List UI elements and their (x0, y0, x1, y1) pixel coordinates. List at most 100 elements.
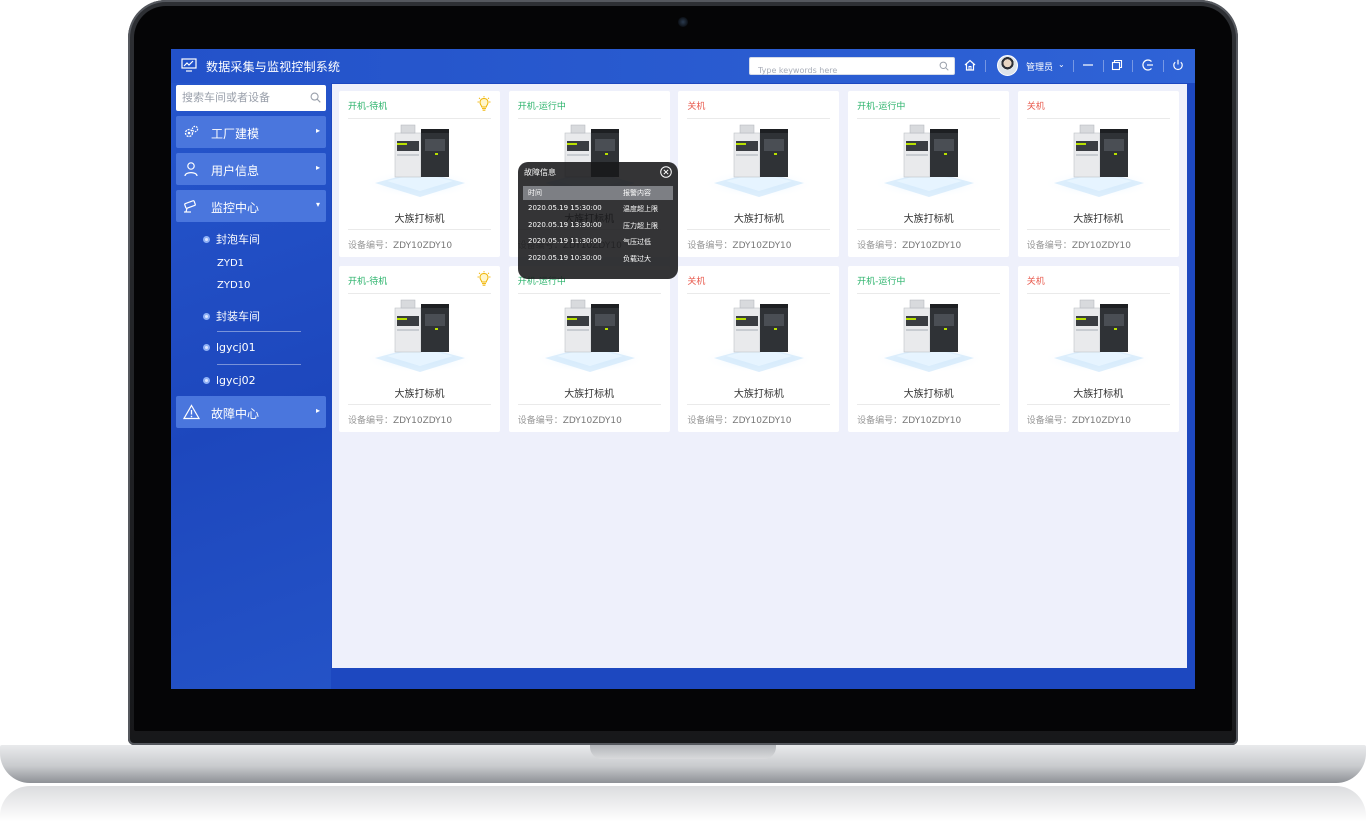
fault-time: 2020.05.19 13:30:00 (528, 220, 602, 229)
sidebar-item-zyd10[interactable]: ZYD10 (217, 280, 250, 291)
chevron-down-icon[interactable]: ⌄ (1058, 60, 1065, 69)
sidebar-item-lgycj02[interactable]: lgycj02 (203, 374, 256, 387)
serial-label: 设备编号： (1026, 241, 1072, 251)
caret-down-icon: ▾ (315, 200, 320, 209)
device-grid: 开机-待机 大族打标机 设备编号：ZDY10ZDY10 开机-运行中 关机 大族… (332, 84, 1187, 668)
serial-label: 设备编号： (687, 241, 733, 251)
home-icon[interactable] (963, 58, 977, 72)
alert-bulb-icon[interactable] (476, 271, 492, 287)
divider (517, 404, 661, 405)
device-name: 大族打标机 (564, 389, 615, 400)
device-name: 大族打标机 (394, 389, 445, 400)
avatar[interactable] (997, 55, 1018, 76)
user-icon (184, 162, 198, 177)
serial-label: 设备编号： (687, 416, 733, 426)
device-serial: 设备编号：ZDY10ZDY10 (1027, 238, 1131, 251)
menu-user-info[interactable]: 用户信息 ▸ (176, 153, 326, 185)
device-card[interactable]: 关机 大族打标机 设备编号：ZDY10ZDY10 (1017, 266, 1179, 432)
top-bar: 数据采集与监视控制系统 管理员 ⌄ (171, 49, 1195, 83)
device-card[interactable]: 开机-待机 大族打标机 设备编号：ZDY10ZDY10 (339, 91, 500, 257)
divider (1103, 60, 1104, 72)
fault-content: 气压过低 (623, 238, 651, 246)
serial-value: ZDY10ZDY10 (1071, 416, 1131, 426)
fault-row: 2020.05.19 15:30:00 温度超上限 (523, 203, 673, 217)
sidebar-item-label: lgycj02 (216, 374, 256, 387)
marking-machine-image (703, 299, 816, 373)
logout-icon[interactable] (1141, 58, 1155, 72)
divider (857, 293, 1001, 294)
serial-label: 设备编号： (348, 241, 394, 251)
marking-machine-image (1042, 124, 1155, 198)
device-status: 开机-待机 (348, 277, 388, 287)
serial-label: 设备编号： (857, 241, 903, 251)
minimize-icon[interactable] (1081, 58, 1095, 72)
menu-label: 监控中心 (211, 201, 260, 215)
divider (1026, 118, 1170, 119)
warning-icon (183, 404, 200, 420)
laptop-reflection (0, 786, 1366, 822)
device-card[interactable]: 开机-待机 大族打标机 设备编号：ZDY10ZDY10 (339, 266, 500, 432)
menu-monitor-center[interactable]: 监控中心 ▾ (176, 190, 326, 222)
sidebar: 工厂建模 ▸ 用户信息 ▸ 监控中心 ▾ 封泡车间 ZYD1 ZYD10 (171, 83, 331, 689)
bullet-dot-icon (203, 313, 210, 320)
sidebar-item-workshop-1[interactable]: 封泡车间 (203, 231, 260, 247)
fault-content: 压力超上限 (623, 221, 658, 230)
divider (857, 229, 1001, 230)
divider (517, 293, 661, 294)
serial-value: ZDY10ZDY10 (732, 416, 792, 426)
device-name: 大族打标机 (1073, 389, 1124, 400)
sidebar-search-input[interactable] (176, 85, 304, 109)
device-status: 开机-运行中 (857, 102, 906, 112)
top-search-box[interactable] (749, 57, 955, 79)
device-serial: 设备编号：ZDY10ZDY10 (857, 413, 961, 426)
divider (1026, 229, 1170, 230)
monitor-chart-icon (181, 58, 197, 72)
sidebar-search-box[interactable] (176, 85, 326, 111)
user-name[interactable]: 管理员 (1026, 60, 1053, 73)
fault-row: 2020.05.19 10:30:00 负载过大 (523, 253, 673, 267)
caret-right-icon: ▸ (315, 406, 320, 415)
marking-machine-image (364, 124, 476, 198)
restore-window-icon[interactable] (1110, 58, 1124, 72)
marking-machine-image (533, 299, 646, 373)
device-serial: 设备编号：ZDY10ZDY10 (687, 238, 791, 251)
sidebar-item-label: 封泡车间 (216, 233, 260, 246)
alert-bulb-icon[interactable] (476, 96, 492, 112)
menu-label: 用户信息 (211, 164, 260, 178)
device-name: 大族打标机 (733, 389, 784, 400)
divider (348, 118, 491, 119)
search-icon[interactable] (939, 61, 949, 71)
divider (1026, 404, 1170, 405)
laptop-notch (590, 745, 776, 759)
device-card[interactable]: 关机 大族打标机 设备编号：ZDY10ZDY10 (678, 91, 840, 257)
device-card[interactable]: 关机 大族打标机 设备编号：ZDY10ZDY10 (1017, 91, 1179, 257)
divider (348, 404, 491, 405)
device-status: 开机-待机 (348, 102, 388, 112)
divider (985, 60, 986, 72)
power-icon[interactable] (1171, 58, 1185, 72)
top-search-input[interactable] (750, 62, 930, 79)
menu-factory-modeling[interactable]: 工厂建模 ▸ (176, 116, 326, 148)
device-card[interactable]: 开机-运行中 大族打标机 设备编号：ZDY10ZDY10 (848, 266, 1010, 432)
gears-icon (184, 125, 199, 138)
fault-time: 2020.05.19 10:30:00 (528, 253, 602, 262)
fault-info-popup: 故障信息 时间 报警内容 2020.05.19 15:30:00 温度超上限 20… (518, 162, 678, 279)
device-card[interactable]: 开机-运行中 大族打标机 设备编号：ZDY10ZDY10 (848, 91, 1010, 257)
sidebar-item-lgycj01[interactable]: lgycj01 (203, 341, 256, 354)
serial-value: ZDY10ZDY10 (393, 241, 453, 251)
sidebar-item-zyd1[interactable]: ZYD1 (217, 258, 244, 269)
divider (217, 331, 301, 332)
serial-label: 设备编号： (857, 416, 903, 426)
device-status: 关机 (687, 102, 706, 112)
menu-fault-center[interactable]: 故障中心 ▸ (176, 396, 326, 428)
divider (687, 404, 831, 405)
search-icon[interactable] (310, 92, 321, 103)
close-icon[interactable] (660, 166, 672, 178)
popup-title: 故障信息 (524, 168, 556, 177)
sidebar-item-workshop-2[interactable]: 封装车间 (203, 308, 260, 324)
device-card[interactable]: 开机-运行中 大族打标机 设备编号：ZDY10ZDY10 (508, 266, 670, 432)
fault-content: 温度超上限 (623, 205, 658, 213)
serial-value: ZDY10ZDY10 (902, 241, 962, 251)
device-card[interactable]: 关机 大族打标机 设备编号：ZDY10ZDY10 (678, 266, 840, 432)
divider (687, 118, 831, 119)
